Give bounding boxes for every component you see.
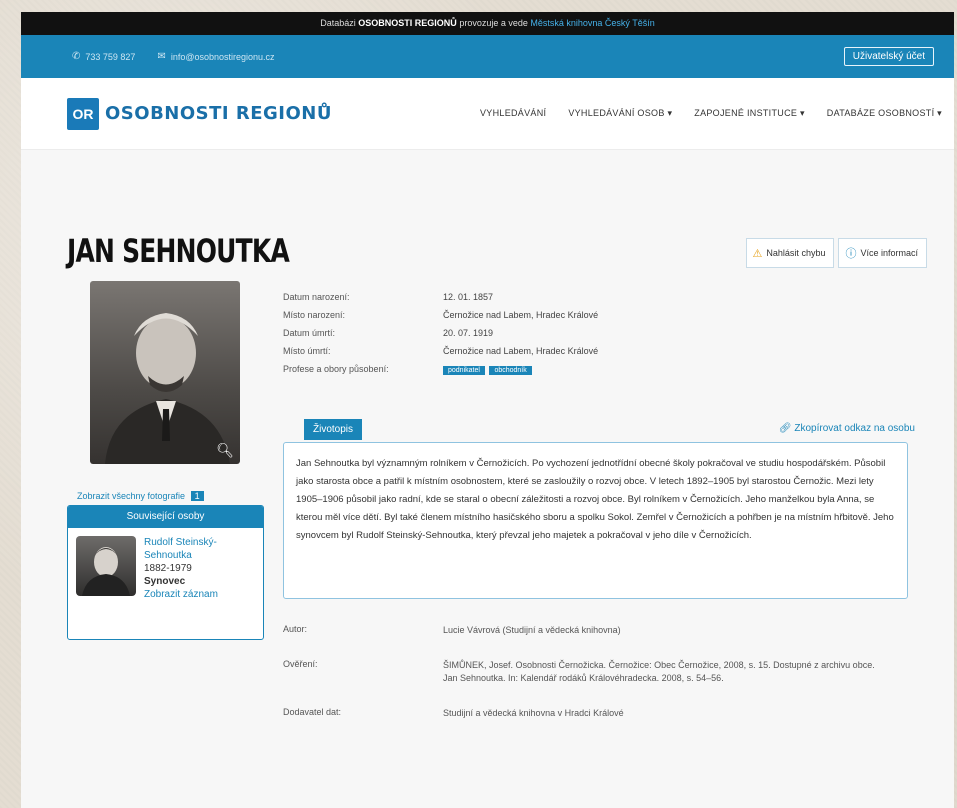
logo-text: OSOBNOSTI REGIONŮ xyxy=(105,103,332,124)
profession-tags: podnikatel obchodník xyxy=(443,360,534,378)
copy-link-label: Zkopírovat odkaz na osobu xyxy=(794,423,915,434)
record-meta: Autor: Lucie Vávrová (Studijní a vědecká… xyxy=(283,624,908,742)
profession-tag[interactable]: obchodník xyxy=(489,366,532,375)
meta-value: ŠIMŮNEK, Josef. Osobnosti Černožicka. Če… xyxy=(443,660,875,683)
meta-value: Studijní a vědecká knihovna v Hradci Krá… xyxy=(443,708,624,718)
user-account-button[interactable]: Uživatelský účet xyxy=(843,47,934,66)
nav-item-institutions[interactable]: ZAPOJENÉ INSTITUCE ▾ xyxy=(694,108,805,119)
person-name: JAN SEHNOUTKA xyxy=(67,232,290,270)
fact-label: Datum úmrtí: xyxy=(283,328,336,338)
fact-row: Datum narození: 12. 01. 1857 xyxy=(283,288,598,306)
related-person-years: 1882-1979 xyxy=(144,563,192,574)
related-person-record-link[interactable]: Zobrazit záznam xyxy=(144,588,218,601)
fact-value: 12. 01. 1857 xyxy=(443,292,494,302)
related-person-name-line1[interactable]: Rudolf Steinský- xyxy=(144,536,218,549)
person-heading-row: JAN SEHNOUTKA ⚠ Nahlásit chybu ⓘ Více in… xyxy=(67,232,927,270)
fact-row: Profese a obory působení: podnikatel obc… xyxy=(283,360,598,378)
related-person-photo[interactable] xyxy=(76,536,136,596)
notice-middle: provozuje a vede xyxy=(459,18,528,28)
site-logo[interactable]: OR OSOBNOSTI REGIONŮ xyxy=(67,97,332,130)
portrait-illustration xyxy=(105,313,230,464)
contact-bar: ✆ 733 759 827 ✉ info@osobnostiregionu.cz… xyxy=(21,35,954,78)
zoom-icon[interactable]: 🔍︎ xyxy=(216,442,234,459)
meta-label: Ověření: xyxy=(283,659,318,669)
top-notice-bar: Databázi OSOBNOSTI REGIONŮ provozuje a v… xyxy=(21,12,954,35)
show-all-photos-link[interactable]: Zobrazit všechny fotografie 1 xyxy=(77,491,204,501)
photo-count-badge: 1 xyxy=(190,491,204,501)
page-card: Databázi OSOBNOSTI REGIONŮ provozuje a v… xyxy=(21,12,954,808)
related-person-item: Rudolf Steinský- Sehnoutka 1882-1979 Syn… xyxy=(68,528,263,609)
tab-biography[interactable]: Životopis xyxy=(304,419,363,440)
related-persons-title: Související osoby xyxy=(68,506,263,528)
person-portrait[interactable]: 🔍︎ xyxy=(90,281,240,464)
fact-label: Datum narození: xyxy=(283,292,350,302)
biography-panel: Jan Sehnoutka byl významným rolníkem v Č… xyxy=(283,442,908,599)
related-persons-box: Související osoby Rudolf Steinský- Sehno… xyxy=(67,505,264,640)
main-nav: VYHLEDÁVÁNÍ VYHLEDÁVÁNÍ OSOB ▾ ZAPOJENÉ … xyxy=(458,108,942,119)
copy-person-link[interactable]: 🔗︎ Zkopírovat odkaz na osobu xyxy=(779,423,915,434)
meta-row: Ověření: ŠIMŮNEK, Josef. Osobnosti Černo… xyxy=(283,659,908,685)
phone-icon: ✆ xyxy=(72,51,81,62)
more-info-button[interactable]: ⓘ Více informací xyxy=(838,238,927,268)
warning-icon: ⚠ xyxy=(752,247,763,260)
nav-item-databases[interactable]: DATABÁZE OSOBNOSTÍ ▾ xyxy=(827,108,942,119)
show-photos-label: Zobrazit všechny fotografie xyxy=(77,491,186,501)
report-error-button[interactable]: ⚠ Nahlásit chybu xyxy=(745,238,835,268)
meta-label: Dodavatel dat: xyxy=(283,707,342,717)
more-info-label: Více informací xyxy=(860,248,918,258)
related-person-info: Rudolf Steinský- Sehnoutka 1882-1979 Syn… xyxy=(144,536,218,601)
nav-item-search[interactable]: VYHLEDÁVÁNÍ xyxy=(480,108,546,119)
logo-mark-icon: OR xyxy=(67,97,99,130)
related-portrait-illustration xyxy=(82,547,130,596)
fact-row: Místo narození: Černožice nad Labem, Hra… xyxy=(283,306,598,324)
related-person-name-line2[interactable]: Sehnoutka xyxy=(144,549,218,562)
fact-value: 20. 07. 1919 xyxy=(443,328,494,338)
nav-item-person-search[interactable]: VYHLEDÁVÁNÍ OSOB ▾ xyxy=(568,108,672,119)
notice-prefix: Databázi xyxy=(320,18,356,28)
info-icon: ⓘ xyxy=(845,248,857,260)
fact-label: Místo úmrtí: xyxy=(283,346,331,356)
meta-row: Dodavatel dat: Studijní a vědecká knihov… xyxy=(283,707,908,720)
contact-phone[interactable]: ✆ 733 759 827 xyxy=(72,51,135,62)
fact-value: Černožice nad Labem, Hradec Králové xyxy=(443,310,599,320)
related-person-relation: Synovec xyxy=(144,576,186,587)
main-navbar: OR OSOBNOSTI REGIONŮ VYHLEDÁVÁNÍ VYHLEDÁ… xyxy=(21,78,954,150)
person-actions: ⚠ Nahlásit chybu ⓘ Více informací xyxy=(742,238,927,268)
content-tabs: Životopis 🔗︎ Zkopírovat odkaz na osobu xyxy=(304,419,929,443)
phone-number: 733 759 827 xyxy=(85,51,136,62)
profession-tag[interactable]: podnikatel xyxy=(443,366,485,375)
person-facts: Datum narození: 12. 01. 1857 Místo naroz… xyxy=(283,288,598,378)
notice-library-link[interactable]: Městská knihovna Český Těšín xyxy=(530,18,654,28)
fact-value: Černožice nad Labem, Hradec Králové xyxy=(443,346,599,356)
contact-email[interactable]: ✉ info@osobnostiregionu.cz xyxy=(157,51,274,62)
report-error-label: Nahlásit chybu xyxy=(766,248,826,258)
notice-brand: OSOBNOSTI REGIONŮ xyxy=(358,18,457,28)
fact-label: Místo narození: xyxy=(283,310,346,320)
meta-row: Autor: Lucie Vávrová (Studijní a vědecká… xyxy=(283,624,908,637)
meta-label: Autor: xyxy=(283,624,308,634)
fact-row: Datum úmrtí: 20. 07. 1919 xyxy=(283,324,598,342)
envelope-icon: ✉ xyxy=(157,51,166,62)
fact-row: Místo úmrtí: Černožice nad Labem, Hradec… xyxy=(283,342,598,360)
email-address: info@osobnostiregionu.cz xyxy=(170,51,275,62)
fact-label: Profese a obory působení: xyxy=(283,364,389,374)
link-icon: 🔗︎ xyxy=(778,423,792,434)
meta-value: Lucie Vávrová (Studijní a vědecká knihov… xyxy=(443,625,621,635)
